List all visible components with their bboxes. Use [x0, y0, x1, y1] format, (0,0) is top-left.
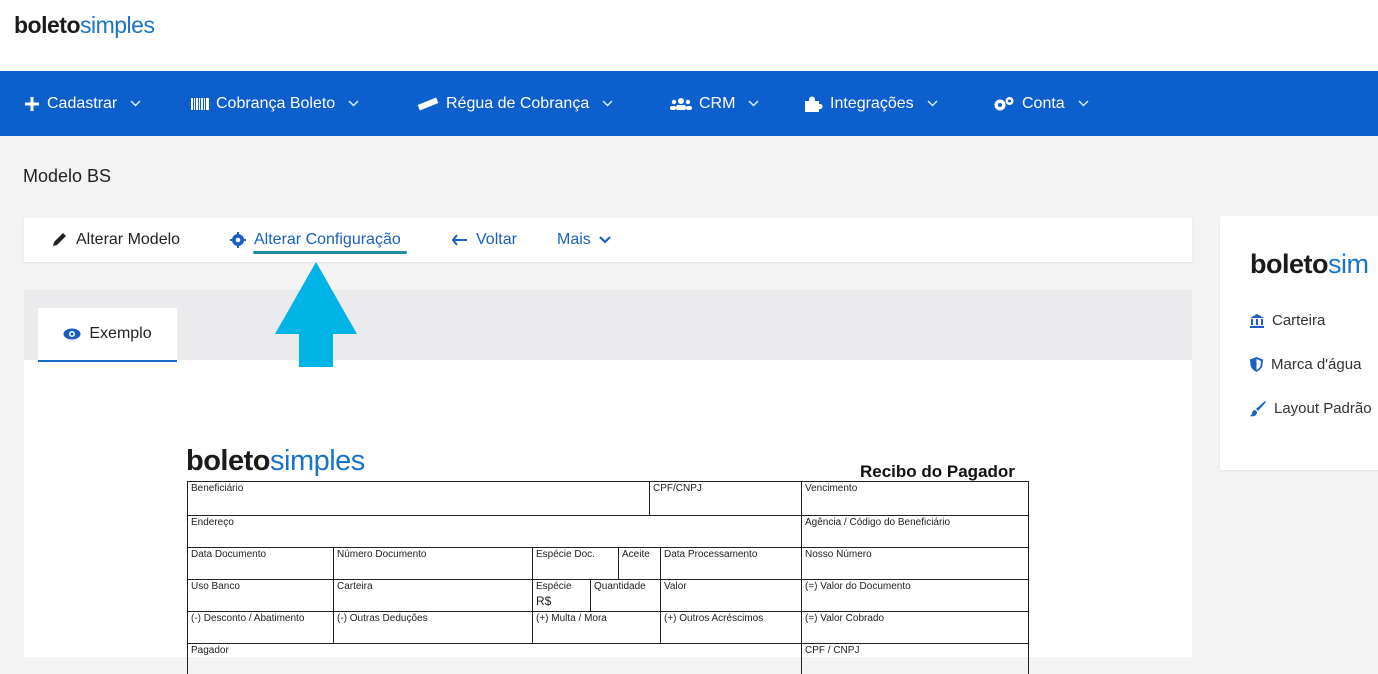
cell-data-documento: Data Documento — [188, 548, 334, 579]
shield-icon — [1250, 357, 1263, 372]
nav-item-label: Cadastrar — [47, 94, 118, 112]
cell-nosso-numero: Nosso Número — [802, 548, 1029, 579]
page-title: Modelo BS — [23, 166, 112, 186]
chevron-down-icon — [130, 100, 141, 107]
nav-item-conta[interactable]: Conta — [993, 71, 1089, 136]
nav-item-label: Cobrança Boleto — [216, 94, 336, 112]
sidebar-item-label: Layout Padrão — [1274, 400, 1372, 417]
puzzle-icon — [803, 95, 823, 113]
cell-especie-doc: Espécie Doc. — [533, 548, 619, 579]
sidebar-card: boletosim Carteira Marca d'água Layout P… — [1220, 216, 1378, 470]
boleto-row: Pagador CPF / CNPJ — [188, 644, 1029, 674]
cell-pagador-cpf-cnpj: CPF / CNPJ — [802, 644, 1029, 674]
nav-item-label: Conta — [1022, 94, 1065, 112]
cell-outros-acrescimos: (+) Outros Acréscimos — [661, 612, 802, 643]
boleto-logo-bold: boleto — [186, 445, 271, 477]
nav-item-crm[interactable]: CRM — [670, 71, 759, 136]
boleto-row: Beneficiário CPF/CNPJ Vencimento — [188, 482, 1029, 516]
chevron-down-icon — [602, 100, 613, 107]
barcode-icon — [191, 97, 209, 110]
eye-icon — [63, 328, 81, 340]
top-bar: boletosimples — [0, 0, 1378, 71]
chevron-down-icon — [599, 236, 611, 244]
nav-item-label: Régua de Cobrança — [446, 94, 590, 112]
cell-valor-cobrado: (=) Valor Cobrado — [802, 612, 1029, 643]
boleto-row: Data Documento Número Documento Espécie … — [188, 548, 1029, 580]
cell-uso-banco: Uso Banco — [188, 580, 334, 611]
boleto-form: Beneficiário CPF/CNPJ Vencimento Endereç… — [187, 481, 1029, 674]
cell-valor-documento: (=) Valor do Documento — [802, 580, 1029, 611]
ruler-icon — [417, 96, 439, 111]
chevron-down-icon — [1078, 100, 1089, 107]
voltar-button[interactable]: Voltar — [452, 218, 517, 262]
boleto-row: Endereço Agência / Código do Beneficiári… — [188, 516, 1029, 548]
pencil-icon — [50, 231, 68, 249]
boleto-row: (-) Desconto / Abatimento (-) Outras Ded… — [188, 612, 1029, 644]
chevron-down-icon — [927, 100, 938, 107]
brand-logo-bold: boleto — [14, 12, 81, 38]
sidebar-logo-light: sim — [1328, 249, 1369, 279]
gear-icon — [230, 232, 246, 248]
cell-multa: (+) Multa / Mora — [533, 612, 661, 643]
alterar-modelo-button[interactable]: Alterar Modelo — [50, 218, 180, 262]
bank-icon — [1250, 313, 1264, 328]
paintbrush-icon — [1250, 400, 1266, 417]
sidebar-item-layout-padrao[interactable]: Layout Padrão — [1250, 400, 1372, 417]
chevron-down-icon — [748, 100, 759, 107]
cell-desconto: (-) Desconto / Abatimento — [188, 612, 334, 643]
users-icon — [670, 97, 692, 111]
especie-value: R$ — [536, 594, 552, 608]
arrow-up-icon — [275, 262, 357, 367]
alterar-configuracao-button[interactable]: Alterar Configuração — [230, 218, 401, 262]
cell-carteira: Carteira — [334, 580, 533, 611]
chevron-down-icon — [348, 100, 359, 107]
cell-data-processamento: Data Processamento — [661, 548, 802, 579]
cell-valor: Valor — [661, 580, 802, 611]
tab-exemplo-label: Exemplo — [89, 325, 152, 342]
plus-icon — [24, 96, 40, 112]
mais-dropdown[interactable]: Mais — [557, 218, 611, 262]
voltar-label: Voltar — [476, 231, 517, 248]
nav-item-regua-de-cobranca[interactable]: Régua de Cobrança — [417, 71, 613, 136]
nav-item-cobranca-boleto[interactable]: Cobrança Boleto — [191, 71, 359, 136]
cell-outras-deducoes: (-) Outras Deduções — [334, 612, 533, 643]
nav-item-cadastrar[interactable]: Cadastrar — [24, 71, 141, 136]
action-toolbar: Alterar Modelo Alterar Configuração Volt… — [24, 218, 1192, 262]
brand-logo-light: simples — [80, 12, 155, 38]
mais-label: Mais — [557, 231, 591, 248]
tab-exemplo[interactable]: Exemplo — [38, 308, 177, 362]
alterar-modelo-label: Alterar Modelo — [76, 231, 181, 248]
cell-pagador: Pagador — [188, 644, 802, 674]
cell-cpf-cnpj: CPF/CNPJ — [650, 482, 802, 515]
cell-numero-documento: Número Documento — [334, 548, 533, 579]
alterar-configuracao-label: Alterar Configuração — [254, 231, 401, 248]
boleto-logo-light: simples — [270, 445, 365, 477]
cell-agencia: Agência / Código do Beneficiário — [802, 516, 1029, 547]
brand-logo[interactable]: boletosimples — [14, 12, 155, 39]
arrow-left-icon — [452, 234, 468, 246]
gears-icon — [993, 96, 1015, 112]
sidebar-item-label: Carteira — [1272, 312, 1326, 329]
sidebar-logo: boletosim — [1250, 249, 1369, 280]
recibo-title: Recibo do Pagador — [860, 462, 1015, 481]
boleto-row: Uso Banco Carteira Espécie R$ Quantidade… — [188, 580, 1029, 612]
especie-label: Espécie — [536, 581, 572, 592]
sidebar-logo-bold: boleto — [1250, 249, 1329, 279]
nav-item-label: CRM — [699, 94, 736, 112]
sidebar-item-carteira[interactable]: Carteira — [1250, 312, 1325, 329]
cell-endereco: Endereço — [188, 516, 802, 547]
cell-especie: Espécie R$ — [533, 580, 591, 611]
nav-item-label: Integrações — [830, 94, 914, 112]
sidebar-item-marca-dagua[interactable]: Marca d'água — [1250, 356, 1361, 373]
sidebar-item-label: Marca d'água — [1271, 356, 1362, 373]
boleto-logo: boletosimples — [186, 445, 365, 478]
tabs-strip: Exemplo — [24, 290, 1192, 362]
active-underline — [253, 251, 407, 254]
main-nav: Cadastrar Cobrança Boleto Régua de Cobra… — [0, 71, 1378, 136]
cell-vencimento: Vencimento — [802, 482, 1029, 515]
cell-beneficiario: Beneficiário — [188, 482, 650, 515]
cell-quantidade: Quantidade — [591, 580, 661, 611]
nav-item-integracoes[interactable]: Integrações — [803, 71, 938, 136]
cell-aceite: Aceite — [619, 548, 661, 579]
